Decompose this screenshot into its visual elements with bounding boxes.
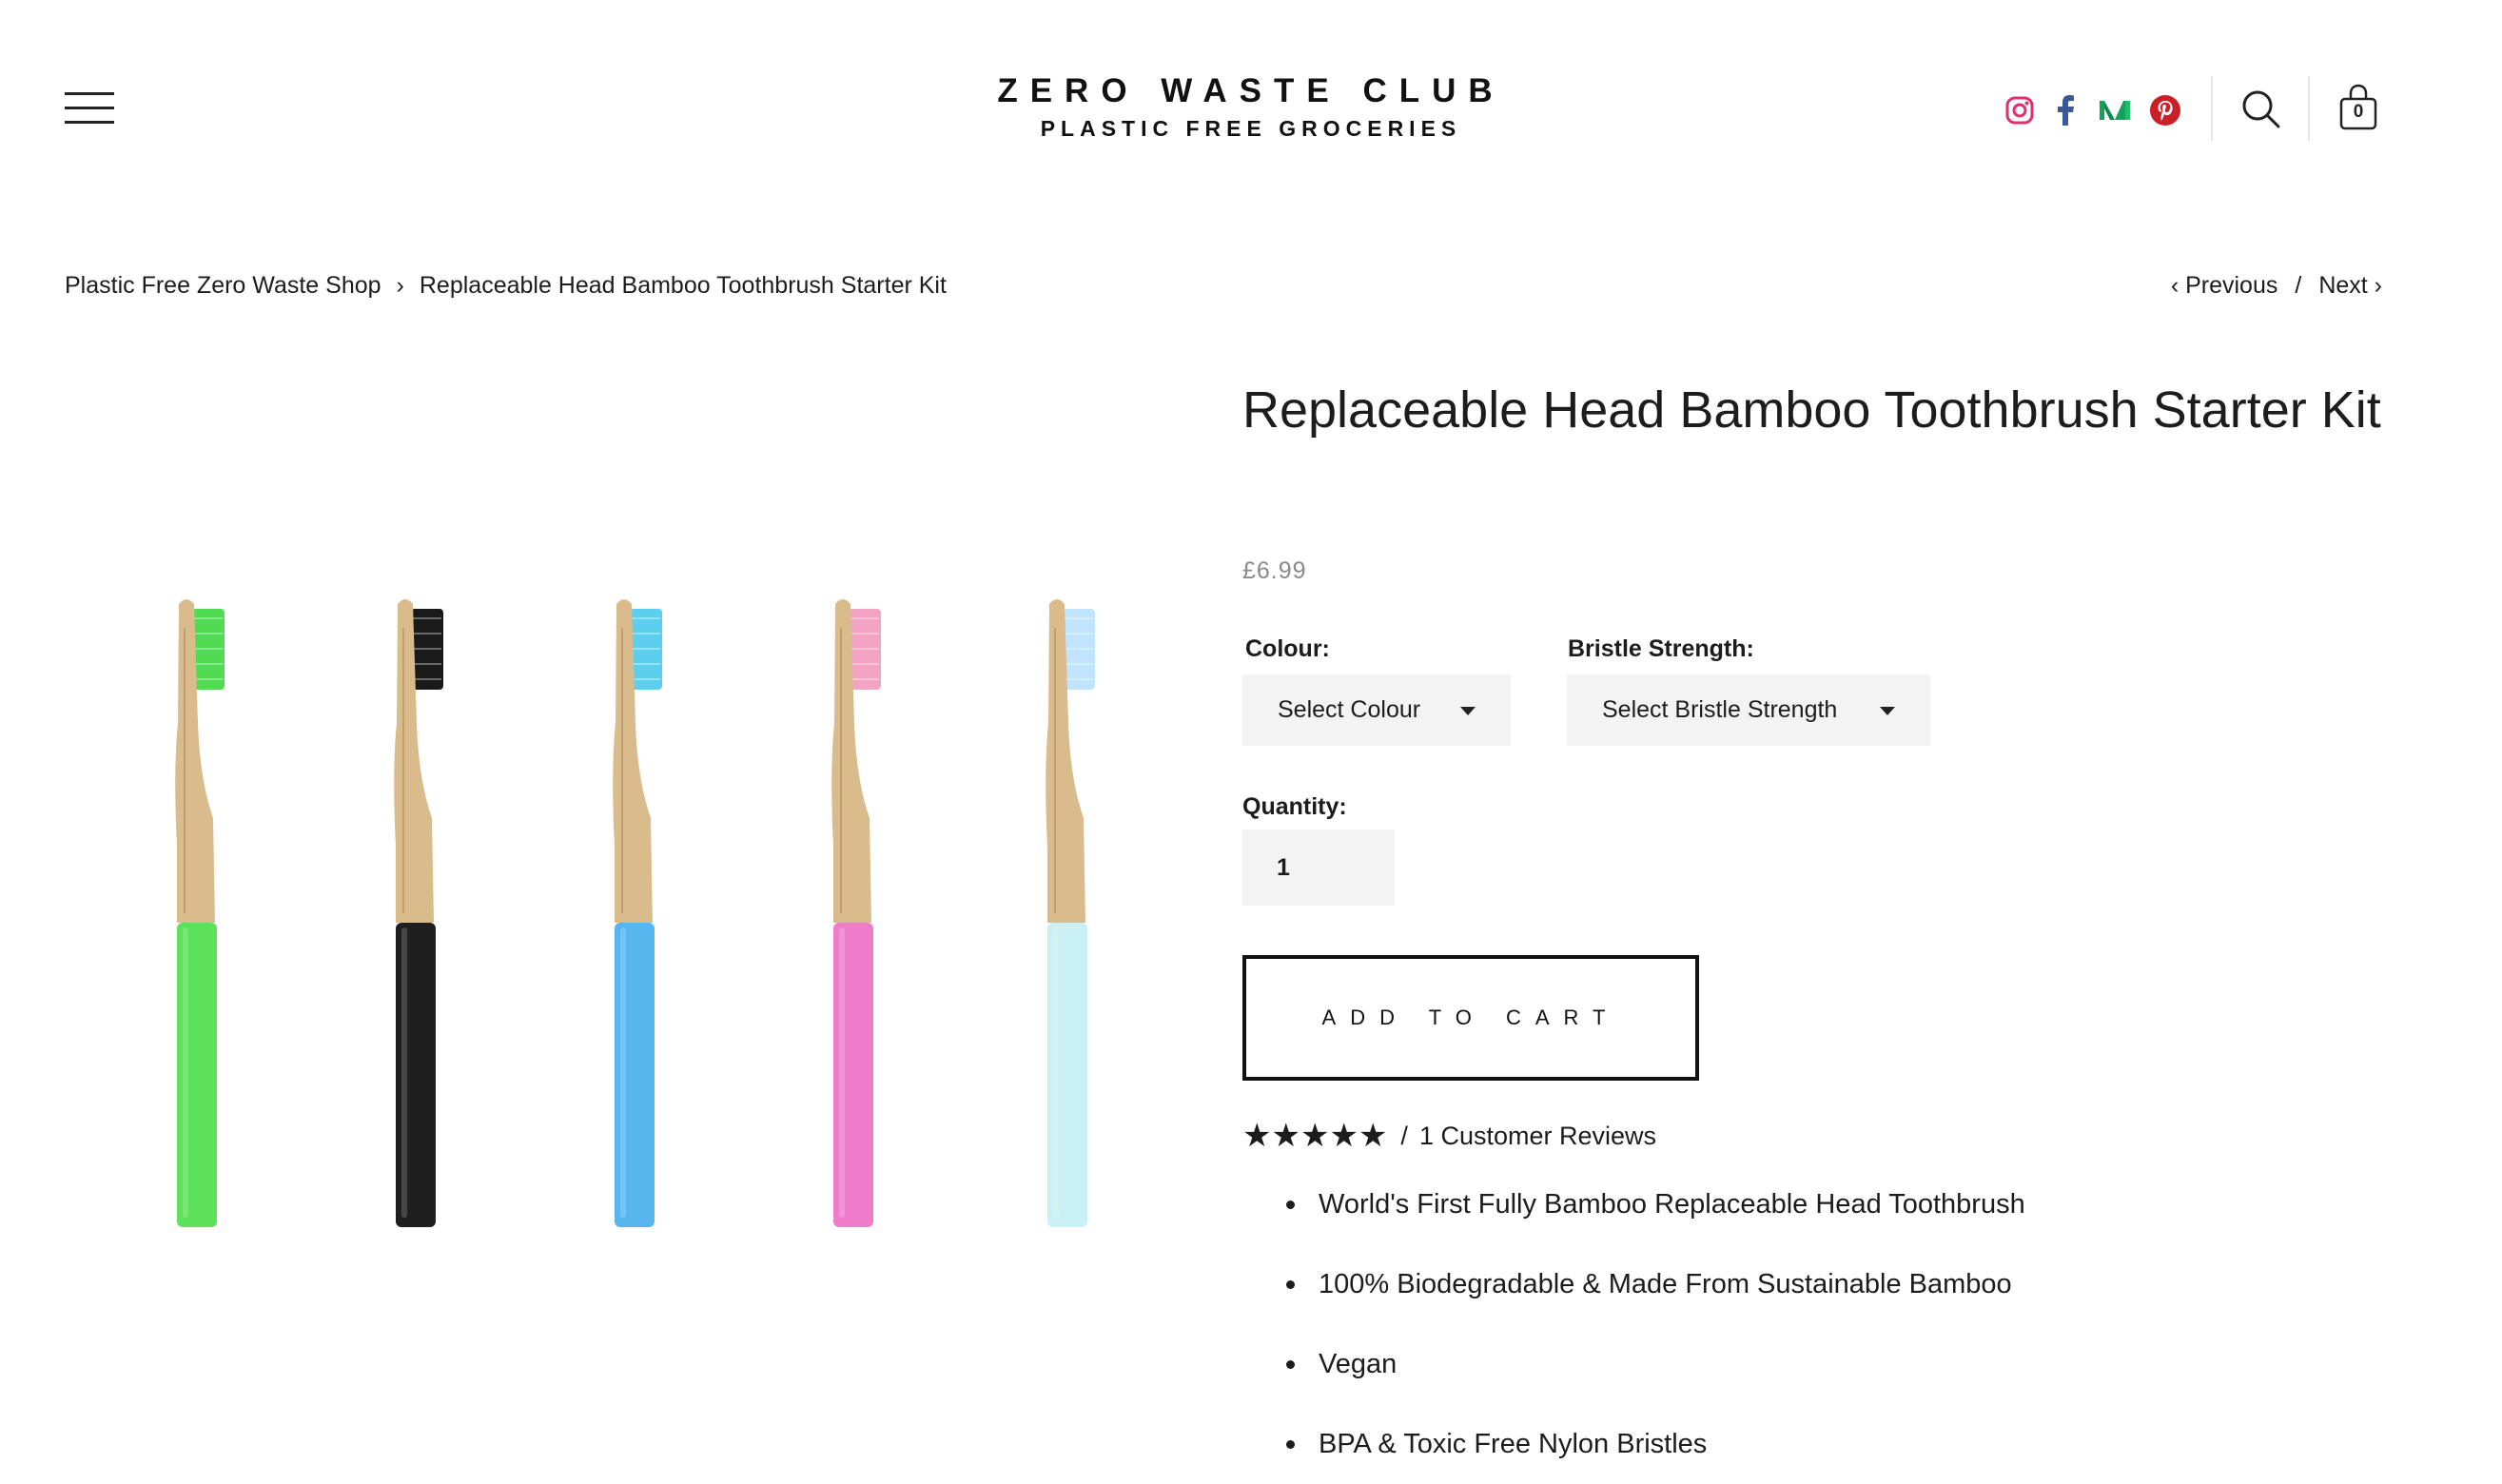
add-to-cart-button[interactable]: ADD TO CART (1242, 955, 1699, 1081)
toothbrush (394, 599, 443, 1227)
star-icon: ★ (1329, 1118, 1359, 1154)
header-divider (2211, 76, 2213, 141)
feature-list: World's First Fully Bamboo Replaceable H… (1242, 1164, 2384, 1484)
cart-count: 0 (2353, 102, 2364, 122)
breadcrumb-current: Replaceable Head Bamboo Toothbrush Start… (419, 272, 947, 299)
feature-text: BPA & Toxic Free Nylon Bristles (1319, 1429, 1708, 1459)
logo-title: ZERO WASTE CLUB (997, 72, 1505, 109)
product-image[interactable] (105, 561, 1113, 1294)
feature-text: World's First Fully Bamboo Replaceable H… (1319, 1189, 2025, 1220)
instagram-icon[interactable] (2005, 91, 2034, 129)
star-icon: ★ (1358, 1118, 1388, 1154)
colour-select-value: Select Colour (1278, 696, 1421, 723)
star-icon: ★ (1271, 1118, 1300, 1154)
search-icon[interactable] (2241, 89, 2281, 134)
product-pager: ‹ Previous / Next › (2171, 272, 2382, 300)
pager-separator: / (2295, 272, 2302, 299)
logo-subtitle: PLASTIC FREE GROCERIES (1040, 116, 1462, 141)
toothbrush (613, 599, 662, 1227)
feature-text: 100% Biodegradable & Made From Sustainab… (1319, 1269, 2012, 1299)
star-rating: ★★★★★ (1242, 1120, 1387, 1153)
bristle-strength-select[interactable]: Select Bristle Strength (1567, 674, 1930, 746)
product-price: £6.99 (1242, 557, 1307, 584)
feature-item: 100% Biodegradable & Made From Sustainab… (1242, 1244, 2384, 1324)
feature-item: World's First Fully Bamboo Replaceable H… (1242, 1164, 2384, 1244)
breadcrumb-separator: › (396, 272, 404, 299)
cart-icon[interactable]: 0 (2338, 82, 2378, 131)
menu-icon[interactable] (65, 92, 114, 125)
rating-summary[interactable]: ★★★★★ / 1 Customer Reviews (1242, 1120, 1656, 1153)
bullet-icon (1286, 1201, 1295, 1209)
bristle-strength-select-value: Select Bristle Strength (1602, 696, 1838, 723)
feature-item: Vegan (1242, 1324, 2384, 1404)
previous-product-link[interactable]: ‹ Previous (2171, 272, 2278, 299)
bullet-icon (1286, 1360, 1295, 1369)
bullet-icon (1286, 1280, 1295, 1289)
colour-label: Colour: (1245, 635, 1330, 662)
product-title: Replaceable Head Bamboo Toothbrush Start… (1242, 381, 2381, 439)
bristle-strength-label: Bristle Strength: (1568, 635, 1754, 662)
feature-item: BPA & Toxic Free Nylon Bristles (1242, 1404, 2384, 1484)
rating-separator: / (1400, 1122, 1408, 1150)
toothbrush (1046, 599, 1095, 1227)
facebook-icon[interactable] (2056, 91, 2075, 129)
chevron-down-icon (1880, 707, 1895, 715)
site-logo[interactable]: ZERO WASTE CLUB PLASTIC FREE GROCERIES (870, 72, 1632, 142)
header-divider (2308, 76, 2310, 141)
feature-text: Vegan (1319, 1349, 1398, 1379)
star-icon: ★ (1242, 1118, 1272, 1154)
toothbrush (175, 599, 225, 1227)
medium-icon[interactable] (2099, 91, 2131, 129)
quantity-label: Quantity: (1242, 793, 1347, 820)
quantity-input[interactable] (1242, 830, 1395, 906)
reviews-link[interactable]: 1 Customer Reviews (1419, 1122, 1656, 1151)
chevron-down-icon (1460, 707, 1476, 715)
colour-select[interactable]: Select Colour (1242, 674, 1511, 746)
star-icon: ★ (1300, 1118, 1330, 1154)
toothbrush (831, 599, 881, 1227)
breadcrumb: Plastic Free Zero Waste Shop › Replaceable… (65, 272, 947, 300)
bullet-icon (1286, 1440, 1295, 1449)
next-product-link[interactable]: Next › (2318, 272, 2382, 299)
add-to-cart-label: ADD TO CART (1321, 1006, 1620, 1029)
breadcrumb-home-link[interactable]: Plastic Free Zero Waste Shop (65, 272, 381, 299)
pinterest-icon[interactable] (2150, 91, 2180, 129)
